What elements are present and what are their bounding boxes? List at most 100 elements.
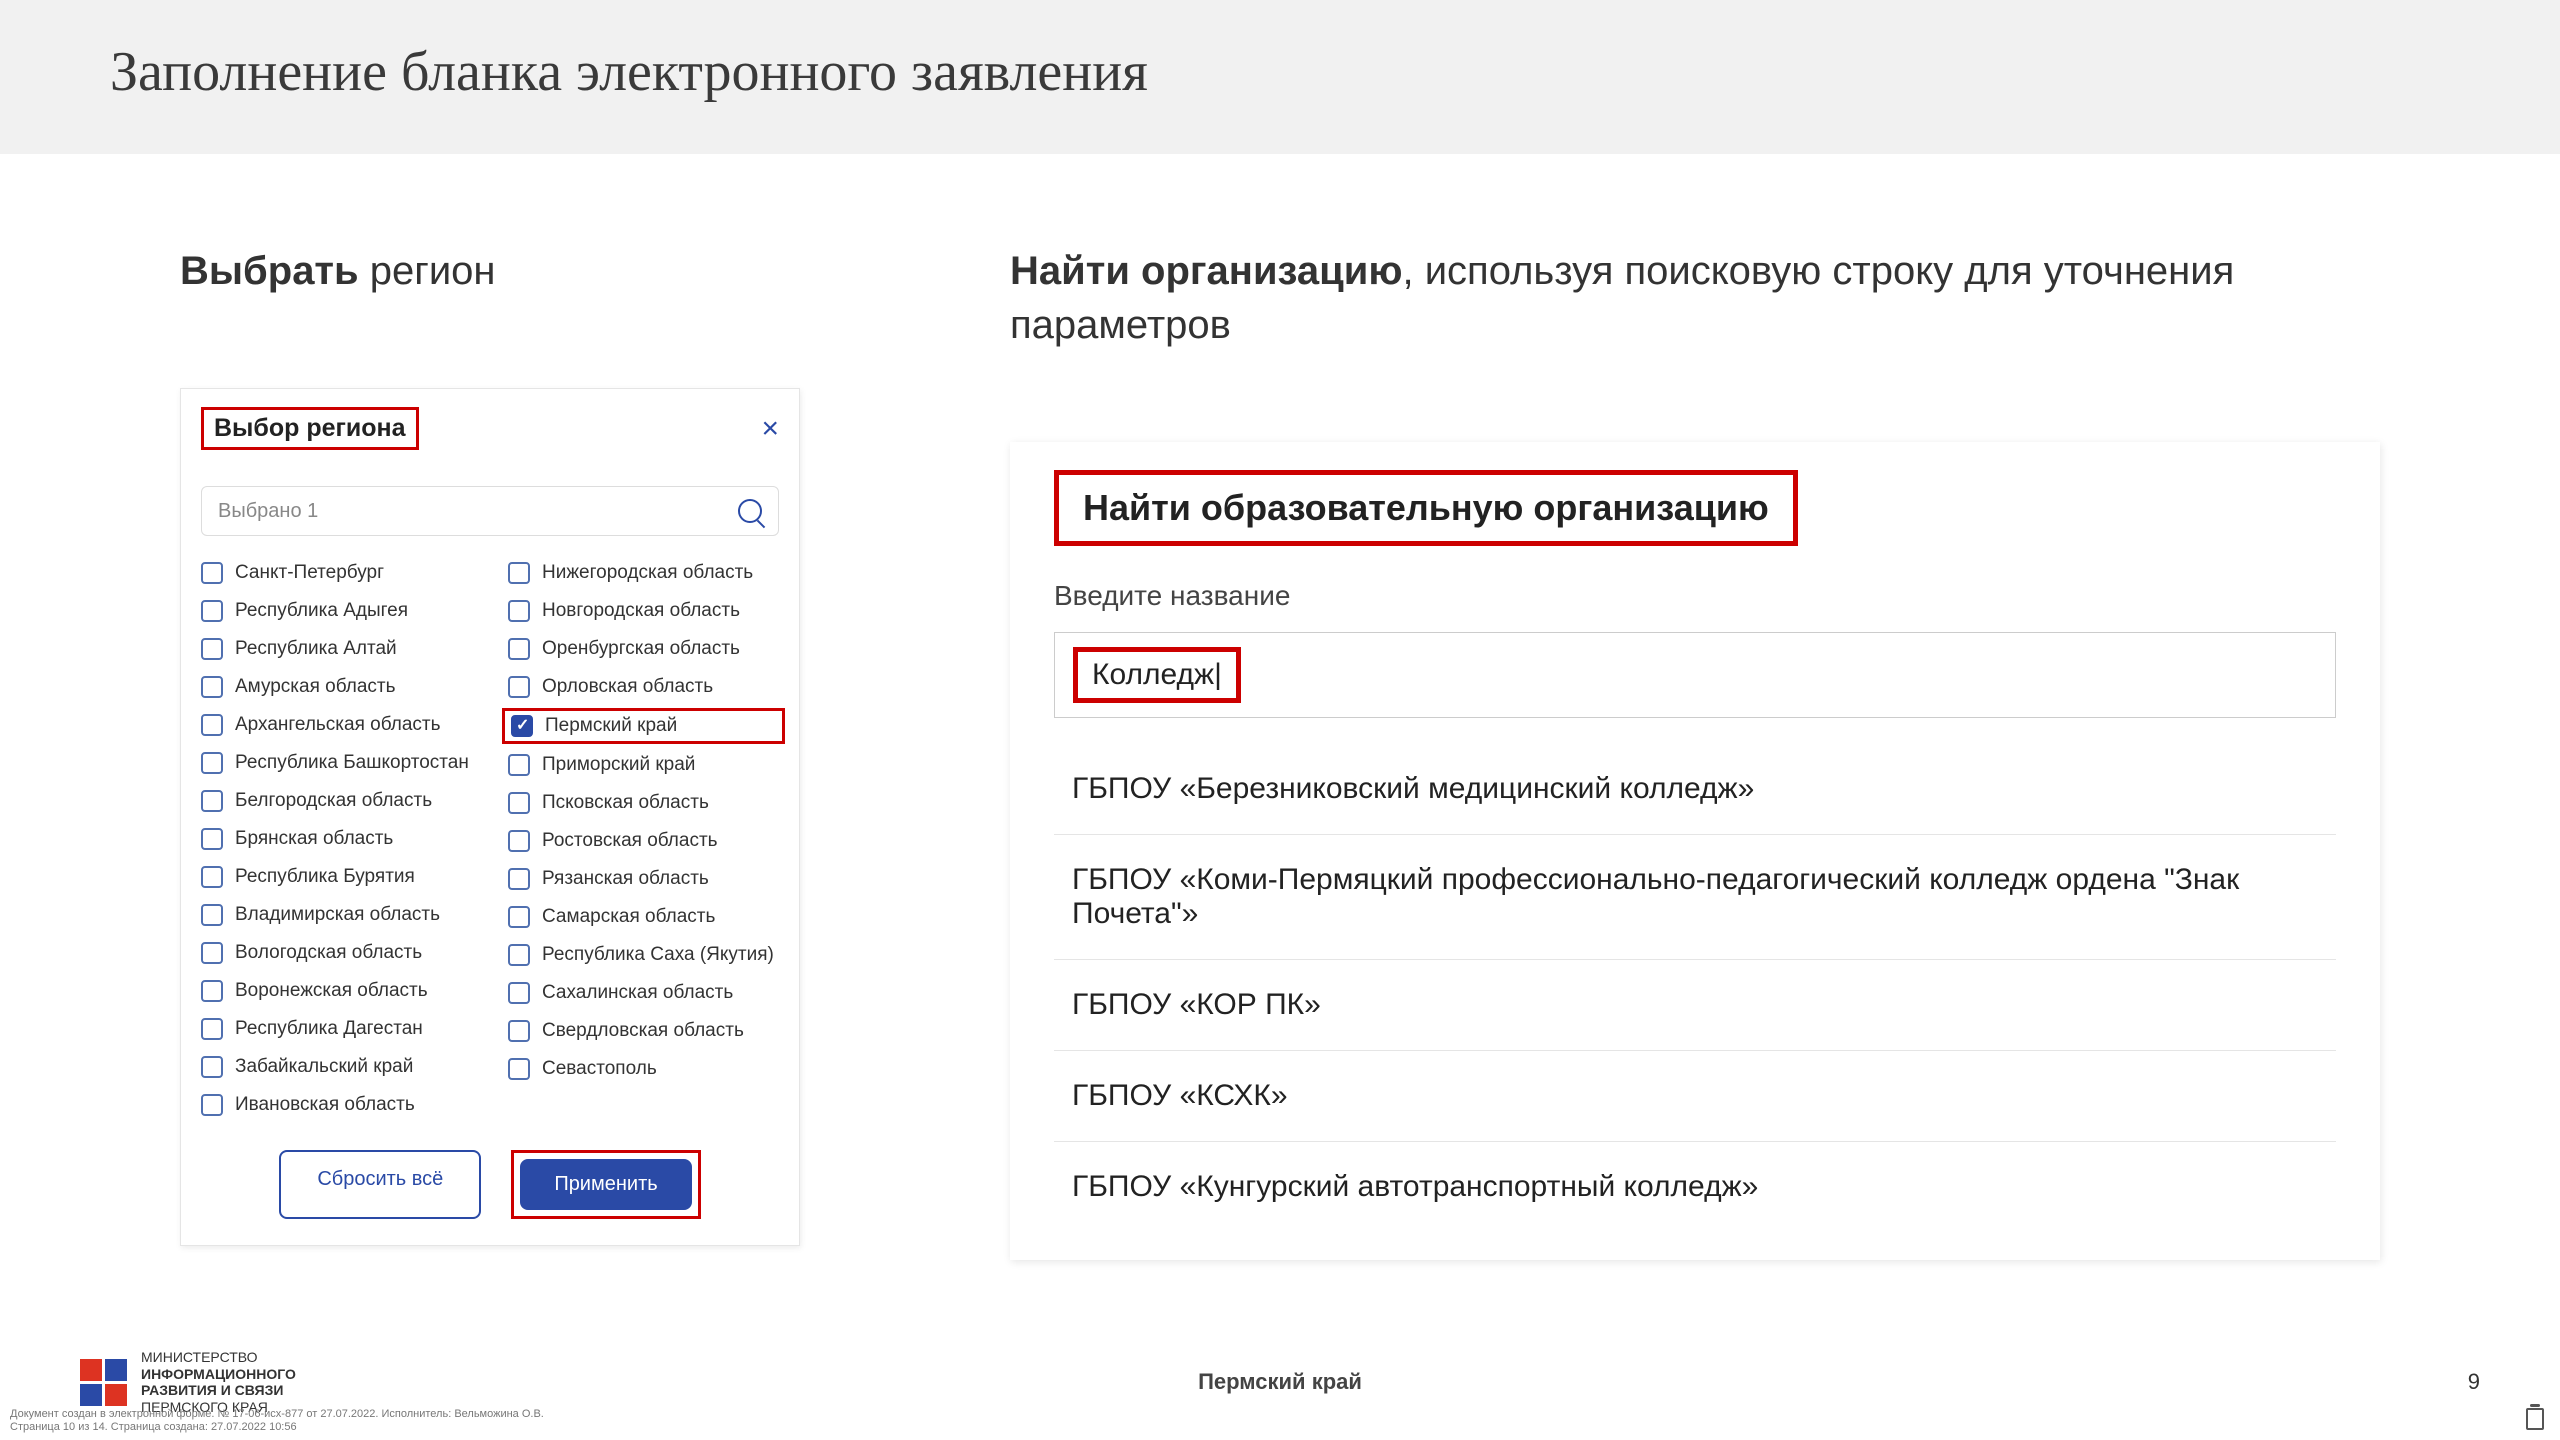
region-item[interactable]: Забайкальский край xyxy=(201,1048,472,1086)
checkbox-icon xyxy=(201,752,223,774)
region-label: Самарская область xyxy=(542,906,715,928)
reset-button[interactable]: Сбросить всё xyxy=(279,1150,481,1219)
region-item[interactable]: Республика Саха (Якутия) xyxy=(508,936,779,974)
region-label: Брянская область xyxy=(235,828,393,850)
content-area: Выбрать регион Выбор региона × Выбрано 1… xyxy=(0,154,2560,1260)
footer-region: Пермский край xyxy=(1198,1369,1362,1395)
region-item[interactable]: Нижегородская область xyxy=(508,554,779,592)
region-label: Пермский край xyxy=(545,715,677,737)
logo-icon xyxy=(80,1359,127,1406)
org-search-input[interactable]: Колледж xyxy=(1054,632,2336,718)
region-label: Новгородская область xyxy=(542,600,740,622)
region-label: Ивановская область xyxy=(235,1094,415,1116)
checkbox-icon xyxy=(201,828,223,850)
region-item[interactable]: Брянская область xyxy=(201,820,472,858)
region-label: Сахалинская область xyxy=(542,982,733,1004)
org-result-item[interactable]: ГБПОУ «КСХК» xyxy=(1054,1051,2336,1142)
page-title: Заполнение бланка электронного заявления xyxy=(110,40,2450,104)
org-result-item[interactable]: ГБПОУ «Березниковский медицинский коллед… xyxy=(1054,744,2336,835)
region-item[interactable]: Республика Башкортостан xyxy=(201,744,472,782)
checkbox-icon xyxy=(201,714,223,736)
region-label: Оренбургская область xyxy=(542,638,740,660)
region-item[interactable]: Владимирская область xyxy=(201,896,472,934)
region-search[interactable]: Выбрано 1 xyxy=(201,486,779,536)
region-label: Белгородская область xyxy=(235,790,432,812)
page-number: 9 xyxy=(2468,1369,2480,1395)
region-item[interactable]: Воронежская область xyxy=(201,972,472,1010)
region-label: Воронежская область xyxy=(235,980,428,1002)
region-item[interactable]: Республика Бурятия xyxy=(201,858,472,896)
regions-col-2: Нижегородская область Новгородская област… xyxy=(508,554,779,1124)
region-label: Забайкальский край xyxy=(235,1056,413,1078)
region-label: Псковская область xyxy=(542,792,709,814)
region-item[interactable]: Орловская область xyxy=(508,668,779,706)
checkbox-icon xyxy=(508,830,530,852)
footer: МИНИСТЕРСТВО ИНФОРМАЦИОННОГО РАЗВИТИЯ И … xyxy=(0,1349,2560,1416)
checkbox-icon xyxy=(508,906,530,928)
close-icon[interactable]: × xyxy=(761,412,779,446)
apply-button[interactable]: Применить xyxy=(520,1159,691,1210)
left-column: Выбрать регион Выбор региона × Выбрано 1… xyxy=(180,244,900,1260)
region-item[interactable]: Амурская область xyxy=(201,668,472,706)
region-item[interactable]: Самарская область xyxy=(508,898,779,936)
checkbox-icon xyxy=(201,790,223,812)
org-results-list: ГБПОУ «Березниковский медицинский коллед… xyxy=(1054,744,2336,1232)
checkbox-icon xyxy=(508,944,530,966)
checkbox-icon xyxy=(201,980,223,1002)
org-result-item[interactable]: ГБПОУ «Коми-Пермяцкий профессионально-пе… xyxy=(1054,835,2336,960)
region-label: Владимирская область xyxy=(235,904,440,926)
region-item[interactable]: Белгородская область xyxy=(201,782,472,820)
region-label: Нижегородская область xyxy=(542,562,753,584)
region-item[interactable]: Свердловская область xyxy=(508,1012,779,1050)
checkbox-icon xyxy=(201,1018,223,1040)
region-label: Республика Бурятия xyxy=(235,866,415,888)
checkbox-icon xyxy=(201,942,223,964)
checkbox-icon xyxy=(201,562,223,584)
checkbox-icon xyxy=(508,792,530,814)
org-result-item[interactable]: ГБПОУ «Кунгурский автотранспортный колле… xyxy=(1054,1142,2336,1232)
region-item[interactable]: Новгородская область xyxy=(508,592,779,630)
region-item[interactable]: Ростовская область xyxy=(508,822,779,860)
checkbox-icon xyxy=(201,1056,223,1078)
region-item[interactable]: Вологодская область xyxy=(201,934,472,972)
region-label: Севастополь xyxy=(542,1058,657,1080)
region-item[interactable]: Республика Алтай xyxy=(201,630,472,668)
checkbox-icon xyxy=(508,1020,530,1042)
region-item[interactable]: Оренбургская область xyxy=(508,630,779,668)
region-item[interactable]: Приморский край xyxy=(508,746,779,784)
org-input-label: Введите название xyxy=(1054,580,2336,612)
org-result-item[interactable]: ГБПОУ «КОР ПК» xyxy=(1054,960,2336,1051)
region-label: Орловская область xyxy=(542,676,713,698)
checkbox-icon xyxy=(508,562,530,584)
region-item[interactable]: Сахалинская область xyxy=(508,974,779,1012)
region-panel: Выбор региона × Выбрано 1 Санкт-Петербур… xyxy=(180,388,800,1246)
region-label: Республика Алтай xyxy=(235,638,397,660)
region-label: Республика Дагестан xyxy=(235,1018,423,1040)
region-item[interactable]: Республика Адыгея xyxy=(201,592,472,630)
org-title-highlight: Найти образовательную организацию xyxy=(1054,470,1798,546)
region-label: Приморский край xyxy=(542,754,695,776)
region-item[interactable]: Республика Дагестан xyxy=(201,1010,472,1048)
checkbox-icon xyxy=(201,600,223,622)
region-item[interactable]: Ивановская область xyxy=(201,1086,472,1124)
checkbox-icon xyxy=(201,904,223,926)
region-item[interactable]: Архангельская область xyxy=(201,706,472,744)
checkbox-icon xyxy=(201,676,223,698)
checkbox-icon xyxy=(201,638,223,660)
regions-col-1: Санкт-ПетербургРеспублика Адыгея Республи… xyxy=(201,554,472,1124)
region-item[interactable]: Псковская область xyxy=(508,784,779,822)
trash-icon[interactable] xyxy=(2526,1408,2544,1430)
region-item[interactable]: Пермский край xyxy=(502,708,785,744)
region-item[interactable]: Севастополь xyxy=(508,1050,779,1088)
checkbox-icon xyxy=(508,1058,530,1080)
region-buttons: Сбросить всё Применить xyxy=(201,1150,779,1219)
search-icon xyxy=(738,499,762,523)
region-label: Республика Саха (Якутия) xyxy=(542,944,774,966)
regions-columns: Санкт-ПетербургРеспублика Адыгея Республи… xyxy=(201,554,779,1124)
checkbox-icon xyxy=(508,754,530,776)
region-item[interactable]: Рязанская область xyxy=(508,860,779,898)
search-selected-text: Выбрано 1 xyxy=(218,500,318,523)
region-item[interactable]: Санкт-Петербург xyxy=(201,554,472,592)
apply-button-highlight: Применить xyxy=(511,1150,700,1219)
region-label: Республика Башкортостан xyxy=(235,752,469,774)
